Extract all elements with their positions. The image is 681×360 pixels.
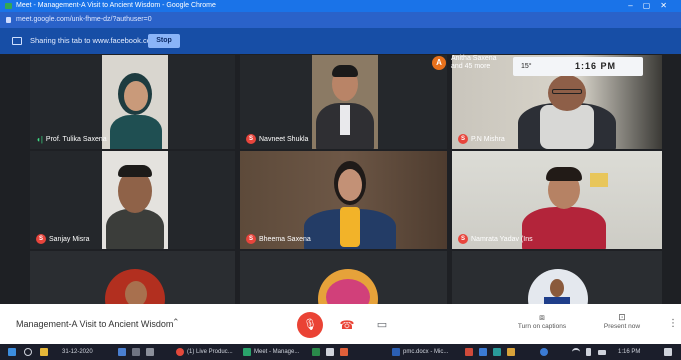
taskbar-window-live[interactable]: (1) Live Produc... bbox=[187, 344, 233, 360]
window-title: Meet - Management-A Visit to Ancient Wis… bbox=[16, 2, 216, 9]
hang-up-icon: ☎ bbox=[339, 318, 355, 332]
participant-tile[interactable] bbox=[30, 251, 235, 304]
app-icon[interactable] bbox=[340, 348, 348, 356]
search-icon[interactable] bbox=[24, 348, 32, 356]
share-banner-text: Sharing this tab to www.facebook.com bbox=[30, 36, 158, 45]
avatar-initial: A bbox=[432, 56, 446, 70]
app-icon[interactable] bbox=[507, 348, 515, 356]
address-bar[interactable]: meet.google.com/unk-fhme-dz/?authuser=0 bbox=[0, 12, 681, 28]
mic-active-icon: ◖| bbox=[36, 135, 43, 144]
app-icon[interactable] bbox=[479, 348, 487, 356]
taskbar-window-meet[interactable]: Meet - Manage... bbox=[254, 344, 299, 360]
action-center-icon[interactable] bbox=[664, 348, 672, 356]
clock-time: 1:16 PM bbox=[575, 61, 617, 71]
captions-button[interactable]: ⧈ Turn on captions bbox=[512, 311, 572, 339]
taskbar-window-word[interactable]: pmc.docx - Mic... bbox=[403, 344, 448, 360]
participant-tile[interactable]: S Sanjay Misra bbox=[30, 151, 235, 249]
participant-tile[interactable]: S Namrata Yadav (Ins bbox=[452, 151, 662, 249]
participant-tile[interactable] bbox=[452, 251, 662, 304]
more-options-icon[interactable]: ⋮ bbox=[668, 318, 678, 329]
participant-avatar bbox=[318, 269, 378, 304]
app-icon[interactable] bbox=[465, 348, 473, 356]
browser-title-bar: Meet - Management-A Visit to Ancient Wis… bbox=[0, 0, 681, 12]
participant-name: Navneet Shukla bbox=[259, 135, 309, 143]
captions-icon: ⧈ bbox=[539, 312, 545, 322]
app-icon[interactable] bbox=[493, 348, 501, 356]
avatar-initial: S bbox=[246, 234, 256, 244]
store-icon[interactable] bbox=[146, 348, 154, 356]
taskbar-date: 31-12-2020 bbox=[62, 349, 93, 355]
windows-taskbar: 31-12-2020 (1) Live Produc... Meet - Man… bbox=[0, 344, 681, 360]
participant-name: Prof. Tulika Saxena bbox=[45, 136, 107, 143]
mic-off-icon: 🎙 bbox=[303, 319, 317, 331]
mail-icon[interactable] bbox=[118, 348, 126, 356]
lock-icon bbox=[6, 17, 11, 23]
more-participants-label[interactable]: Anitha Saxena and 45 more bbox=[451, 55, 497, 71]
avatar-initial: S bbox=[458, 234, 468, 244]
participant-tile[interactable]: ◖| Prof. Tulika Saxena bbox=[30, 55, 235, 149]
participant-name: Namrata Yadav (Ins bbox=[471, 235, 533, 243]
meeting-title[interactable]: Management-A Visit to Ancient Wisdom bbox=[16, 319, 173, 329]
present-now-button[interactable]: ⊡ Present now bbox=[597, 311, 647, 339]
leave-call-button[interactable]: ☎ bbox=[337, 315, 357, 335]
participant-name: P.N Mishra bbox=[471, 135, 505, 143]
avatar-initial: S bbox=[458, 134, 468, 144]
weather-reading: 15° bbox=[521, 63, 532, 70]
windows-start-icon[interactable] bbox=[8, 348, 16, 356]
folder-icon[interactable] bbox=[40, 348, 48, 356]
participant-name: Sanjay Misra bbox=[49, 235, 90, 243]
participant-tile[interactable]: S Bheema Saxena bbox=[240, 151, 447, 249]
wifi-icon[interactable] bbox=[572, 348, 580, 356]
participant-avatar bbox=[105, 269, 165, 304]
window-controls[interactable]: –▢✕ bbox=[628, 0, 677, 12]
screen-share-icon bbox=[12, 37, 22, 45]
chevron-up-icon[interactable]: ⌃ bbox=[172, 317, 180, 328]
avatar-initial: S bbox=[36, 234, 46, 244]
participant-avatar bbox=[528, 269, 588, 304]
present-screen-icon: ⊡ bbox=[618, 312, 626, 322]
url-text: meet.google.com/unk-fhme-dz/?authuser=0 bbox=[16, 16, 152, 23]
participant-tile[interactable]: S Navneet Shukla bbox=[240, 55, 447, 149]
meet-favicon-icon bbox=[5, 3, 12, 9]
tab-share-banner: Sharing this tab to www.facebook.com Sto… bbox=[0, 28, 681, 54]
avatar-initial: S bbox=[246, 134, 256, 144]
chrome-icon[interactable] bbox=[176, 348, 184, 356]
excel-icon[interactable] bbox=[312, 348, 320, 356]
stop-sharing-button[interactable]: Stop bbox=[148, 34, 180, 48]
meet-control-bar: Management-A Visit to Ancient Wisdom ⌃ 🎙… bbox=[0, 304, 681, 344]
participant-tile[interactable] bbox=[240, 251, 447, 304]
participant-name: Bheema Saxena bbox=[259, 235, 311, 243]
volume-icon[interactable] bbox=[586, 348, 591, 356]
mute-microphone-button[interactable]: 🎙 bbox=[297, 312, 323, 338]
meet-icon[interactable] bbox=[243, 348, 251, 356]
app-icon[interactable] bbox=[326, 348, 334, 356]
keyboard-icon[interactable] bbox=[598, 350, 606, 355]
notification-area-icon[interactable] bbox=[540, 348, 548, 356]
taskbar-clock: 1:16 PM bbox=[618, 349, 641, 355]
word-icon[interactable] bbox=[392, 348, 400, 356]
camera-toggle-button[interactable]: ▭ bbox=[372, 315, 392, 335]
camera-icon: ▭ bbox=[376, 319, 388, 331]
camera-app-icon[interactable] bbox=[132, 348, 140, 356]
clock-widget: 15° 1:16 PM bbox=[513, 57, 643, 76]
